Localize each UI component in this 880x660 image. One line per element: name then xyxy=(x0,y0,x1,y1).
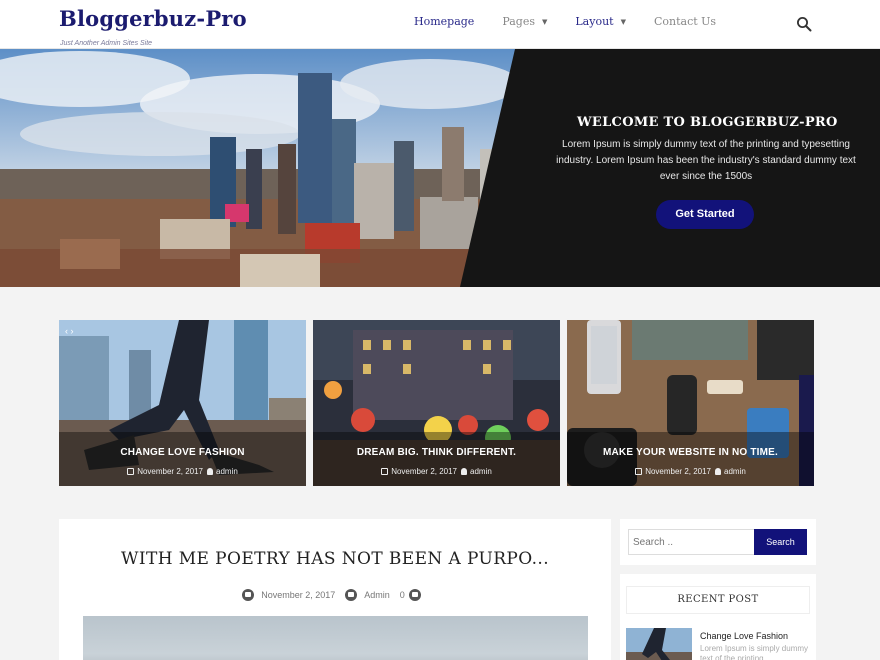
post-title[interactable]: WITH ME POETRY HAS NOT BEEN A PURPO... xyxy=(59,549,611,569)
featured-cards: ‹ › CHANGE LOVE FASHION November 2, 2017… xyxy=(59,320,816,486)
featured-card[interactable]: ‹ › CHANGE LOVE FASHION November 2, 2017… xyxy=(59,320,306,486)
card-overlay xyxy=(59,432,306,486)
nav-label: Homepage xyxy=(414,15,475,28)
hero-text: Lorem Ipsum is simply dummy text of the … xyxy=(556,139,856,182)
nav-item-homepage[interactable]: Homepage xyxy=(414,15,474,28)
card-title[interactable]: CHANGE LOVE FASHION xyxy=(59,447,306,458)
card-date: November 2, 2017 xyxy=(645,467,712,476)
search-input[interactable] xyxy=(628,529,755,555)
hero-title: WELCOME TO BLOGGERBUZ-PRO xyxy=(577,115,838,130)
nav-item-contact-us[interactable]: Contact Us xyxy=(654,15,716,28)
nav-item-layout[interactable]: Layout ▼ xyxy=(575,15,626,28)
caret-down-icon: ▼ xyxy=(541,17,548,26)
hero-banner: WELCOME TO BLOGGERBUZ-PRO Lorem Ipsum is… xyxy=(0,49,880,287)
city-skyline-image xyxy=(0,49,530,287)
post-featured-image[interactable] xyxy=(83,616,588,660)
user-icon xyxy=(207,468,214,475)
post-date[interactable]: November 2, 2017 xyxy=(261,590,335,600)
card-author: admin xyxy=(470,467,492,476)
main-nav: Homepage Pages ▼ Layout ▼ Contact Us xyxy=(414,15,744,28)
featured-card[interactable]: DREAM BIG. THINK DIFFERENT. November 2, … xyxy=(313,320,560,486)
recent-post-thumbnail[interactable] xyxy=(626,628,692,660)
recent-post-excerpt: Lorem Ipsum is simply dummy text of the … xyxy=(700,644,809,660)
nav-label: Pages xyxy=(502,15,535,28)
site-header: Bloggerbuz-Pro Just Another Admin Sites … xyxy=(0,0,880,49)
page: Bloggerbuz-Pro Just Another Admin Sites … xyxy=(0,0,880,660)
slider-arrows-icon[interactable]: ‹ › xyxy=(65,326,74,336)
calendar-icon xyxy=(242,589,255,601)
user-icon xyxy=(715,468,722,475)
card-overlay xyxy=(567,432,814,486)
blog-post: WITH ME POETRY HAS NOT BEEN A PURPO... N… xyxy=(59,519,611,660)
nav-label: Layout xyxy=(575,15,614,28)
site-tagline: Just Another Admin Sites Site xyxy=(60,40,153,47)
get-started-button[interactable]: Get Started xyxy=(656,200,754,229)
featured-card[interactable]: MAKE YOUR WEBSITE IN NO TIME. November 2… xyxy=(567,320,814,486)
card-title[interactable]: MAKE YOUR WEBSITE IN NO TIME. xyxy=(567,447,814,458)
comment-icon[interactable] xyxy=(408,589,421,601)
recent-post-heading: RECENT POST xyxy=(626,586,810,614)
caret-down-icon: ▼ xyxy=(620,17,626,26)
user-icon xyxy=(345,589,358,601)
calendar-icon xyxy=(635,468,643,475)
sidebar-recent-posts: RECENT POST Change Love Fashion Lorem Ip… xyxy=(620,574,816,660)
recent-post-title[interactable]: Change Love Fashion xyxy=(700,631,788,641)
post-author[interactable]: Admin xyxy=(364,590,390,600)
post-comment-count[interactable]: 0 xyxy=(400,590,405,600)
nav-item-pages[interactable]: Pages ▼ xyxy=(502,15,547,28)
search-icon[interactable] xyxy=(796,16,812,32)
card-date: November 2, 2017 xyxy=(137,467,204,476)
card-date: November 2, 2017 xyxy=(391,467,458,476)
card-meta: November 2, 2017 admin xyxy=(567,467,814,476)
card-meta: November 2, 2017 admin xyxy=(59,467,306,476)
post-meta: November 2, 2017 Admin 0 xyxy=(59,589,611,601)
card-meta: November 2, 2017 admin xyxy=(313,467,560,476)
calendar-icon xyxy=(127,468,135,475)
user-icon xyxy=(461,468,468,475)
site-title[interactable]: Bloggerbuz-Pro xyxy=(59,6,247,31)
card-title[interactable]: DREAM BIG. THINK DIFFERENT. xyxy=(313,447,560,458)
card-overlay xyxy=(313,432,560,486)
sidebar-search-widget: Search xyxy=(620,519,816,565)
calendar-icon xyxy=(381,468,389,475)
search-button[interactable]: Search xyxy=(754,529,807,555)
card-author: admin xyxy=(724,467,746,476)
card-author: admin xyxy=(216,467,238,476)
nav-label: Contact Us xyxy=(653,15,717,28)
